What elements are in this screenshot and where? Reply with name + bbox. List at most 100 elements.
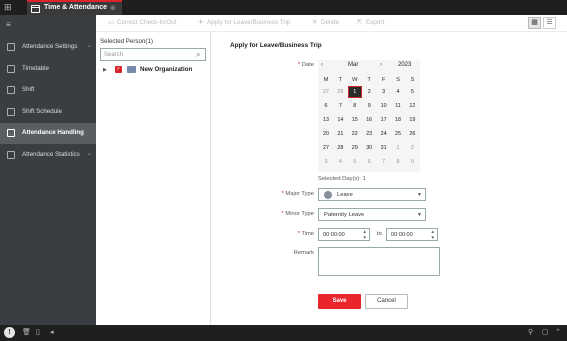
next-month-icon[interactable]: › [380, 62, 382, 68]
calendar-year[interactable]: 2023 [398, 62, 411, 68]
calendar-day[interactable]: 6 [319, 100, 333, 112]
calendar-day[interactable]: 3 [377, 86, 391, 98]
timetable-icon [7, 65, 15, 73]
weekday-header: T [338, 77, 343, 83]
correct-check-button[interactable]: ▭ Correct Check-In/Out [108, 19, 177, 26]
minor-type-select[interactable]: Paternity Leave ▼ [318, 208, 426, 221]
clipboard-icon[interactable]: ▯ [36, 328, 40, 336]
calendar-day[interactable]: 12 [405, 100, 419, 112]
sidebar-item-shift[interactable]: Shift [0, 80, 96, 101]
calendar-icon [31, 5, 40, 13]
warning-icon[interactable]: ! [4, 327, 15, 338]
calendar-day[interactable]: 22 [348, 128, 362, 140]
calendar-day[interactable]: 2 [405, 142, 419, 154]
weekday-header: S [396, 77, 400, 83]
list-view-icon[interactable]: ☰ [543, 17, 556, 29]
calendar-day[interactable]: 17 [377, 114, 391, 126]
search-icon[interactable]: ⌕ [196, 50, 200, 60]
calendar-day[interactable]: 8 [348, 100, 362, 112]
calendar-day[interactable]: 7 [333, 100, 347, 112]
time-from-input[interactable]: 00:00:00 ▲ ▼ [318, 228, 370, 241]
calendar-day[interactable]: 9 [405, 156, 419, 168]
calendar-day[interactable]: 7 [377, 156, 391, 168]
collapse-icon[interactable]: ⌃ [555, 328, 561, 336]
selected-days: Selected Day(s): 1 [318, 176, 366, 182]
sidebar-item-timetable[interactable]: Timetable [0, 59, 96, 80]
calendar-day[interactable]: 13 [319, 114, 333, 126]
calendar-day[interactable]: 4 [391, 86, 405, 98]
sidebar-item-label: Attendance Settings [22, 43, 78, 50]
schedule-icon [7, 108, 15, 116]
statistics-icon [7, 151, 15, 159]
calendar-day[interactable]: 9 [362, 100, 376, 112]
calendar-day[interactable]: 28 [333, 86, 347, 98]
search-placeholder: Search [104, 52, 124, 58]
delete-button[interactable]: ✕ Delete [312, 19, 339, 26]
tab-time-attendance[interactable]: Time & Attendance ⊗ [27, 0, 122, 15]
calendar-day[interactable]: 20 [319, 128, 333, 140]
calendar-day[interactable]: 27 [319, 142, 333, 154]
major-type-select[interactable]: Leave ▼ [318, 188, 426, 201]
calendar-day[interactable]: 29 [348, 142, 362, 154]
save-button[interactable]: Save [318, 294, 361, 309]
calendar-day[interactable]: 16 [362, 114, 376, 126]
calendar-day[interactable]: 6 [362, 156, 376, 168]
calendar-day[interactable]: 14 [333, 114, 347, 126]
cancel-button[interactable]: Cancel [365, 294, 408, 309]
calendar-day[interactable]: 24 [377, 128, 391, 140]
app-grid-icon[interactable]: ⊞ [4, 3, 13, 12]
calendar-day[interactable]: 10 [377, 100, 391, 112]
calendar-day[interactable]: 30 [362, 142, 376, 154]
remark-textarea[interactable] [318, 247, 440, 276]
expand-arrow-icon[interactable]: ▶ [103, 67, 107, 73]
pin-icon[interactable]: ⚲ [528, 328, 533, 336]
weekday-header: W [352, 77, 358, 83]
weekday-header: M [323, 77, 329, 83]
sidebar-item-shift-schedule[interactable]: Shift Schedule [0, 102, 96, 123]
calendar-day[interactable]: 11 [391, 100, 405, 112]
close-icon[interactable]: ⊗ [110, 4, 116, 12]
calendar-day[interactable]: 31 [377, 142, 391, 154]
calendar-day[interactable]: 5 [348, 156, 362, 168]
tree-item-label[interactable]: New Organization [140, 66, 192, 73]
calendar-day[interactable]: 15 [348, 114, 362, 126]
time-to-input[interactable]: 00:00:00 ▲ ▼ [386, 228, 438, 241]
apply-leave-button[interactable]: ✈ Apply for Leave/Business Trip [198, 19, 290, 26]
calendar-day[interactable]: 2 [362, 86, 376, 98]
chevron-down-icon: ⌄ [87, 43, 93, 49]
sidebar-item-attendance-handling[interactable]: Attendance Handling [0, 123, 96, 144]
sound-icon[interactable]: ◂ [50, 328, 54, 336]
org-checkbox[interactable]: ✓ [115, 66, 122, 73]
stepper-icon[interactable]: ▲ ▼ [431, 229, 435, 241]
time-to-label: to [377, 231, 382, 237]
calendar-day[interactable]: 19 [405, 114, 419, 126]
sidebar-item-attendance-settings[interactable]: Attendance Settings ⌄ [0, 37, 96, 58]
sidebar-item-label: Shift [22, 86, 35, 93]
grid-view-icon[interactable]: ▦ [528, 17, 541, 29]
search-input[interactable]: Search ⌕ [100, 48, 206, 61]
calendar-day[interactable]: 27 [319, 86, 333, 98]
stepper-icon[interactable]: ▲ ▼ [363, 229, 367, 241]
prev-month-icon[interactable]: ‹ [321, 62, 323, 68]
calendar-day[interactable]: 1 [347, 86, 362, 98]
time-from-value: 00:00:00 [323, 232, 345, 238]
calendar-day[interactable]: 8 [391, 156, 405, 168]
calendar-day[interactable]: 21 [333, 128, 347, 140]
sidebar-item-attendance-statistics[interactable]: Attendance Statistics ⌄ [0, 145, 96, 166]
calendar-day[interactable]: 23 [362, 128, 376, 140]
window-icon[interactable]: ▢ [542, 328, 549, 336]
menu-toggle-icon[interactable]: ≡ [6, 20, 11, 29]
export-button[interactable]: ⇱ Export [357, 19, 384, 26]
chevron-down-icon: ▼ [417, 212, 422, 218]
calendar-day[interactable]: 1 [391, 142, 405, 154]
calendar-day[interactable]: 3 [319, 156, 333, 168]
delete-icon[interactable]: 🗑 [22, 328, 31, 336]
calendar-day[interactable]: 18 [391, 114, 405, 126]
calendar-day[interactable]: 25 [391, 128, 405, 140]
organization-icon [127, 66, 136, 73]
calendar-month[interactable]: Mar [348, 62, 358, 68]
calendar-day[interactable]: 5 [405, 86, 419, 98]
calendar-day[interactable]: 28 [333, 142, 347, 154]
calendar-day[interactable]: 26 [405, 128, 419, 140]
calendar-day[interactable]: 4 [333, 156, 347, 168]
